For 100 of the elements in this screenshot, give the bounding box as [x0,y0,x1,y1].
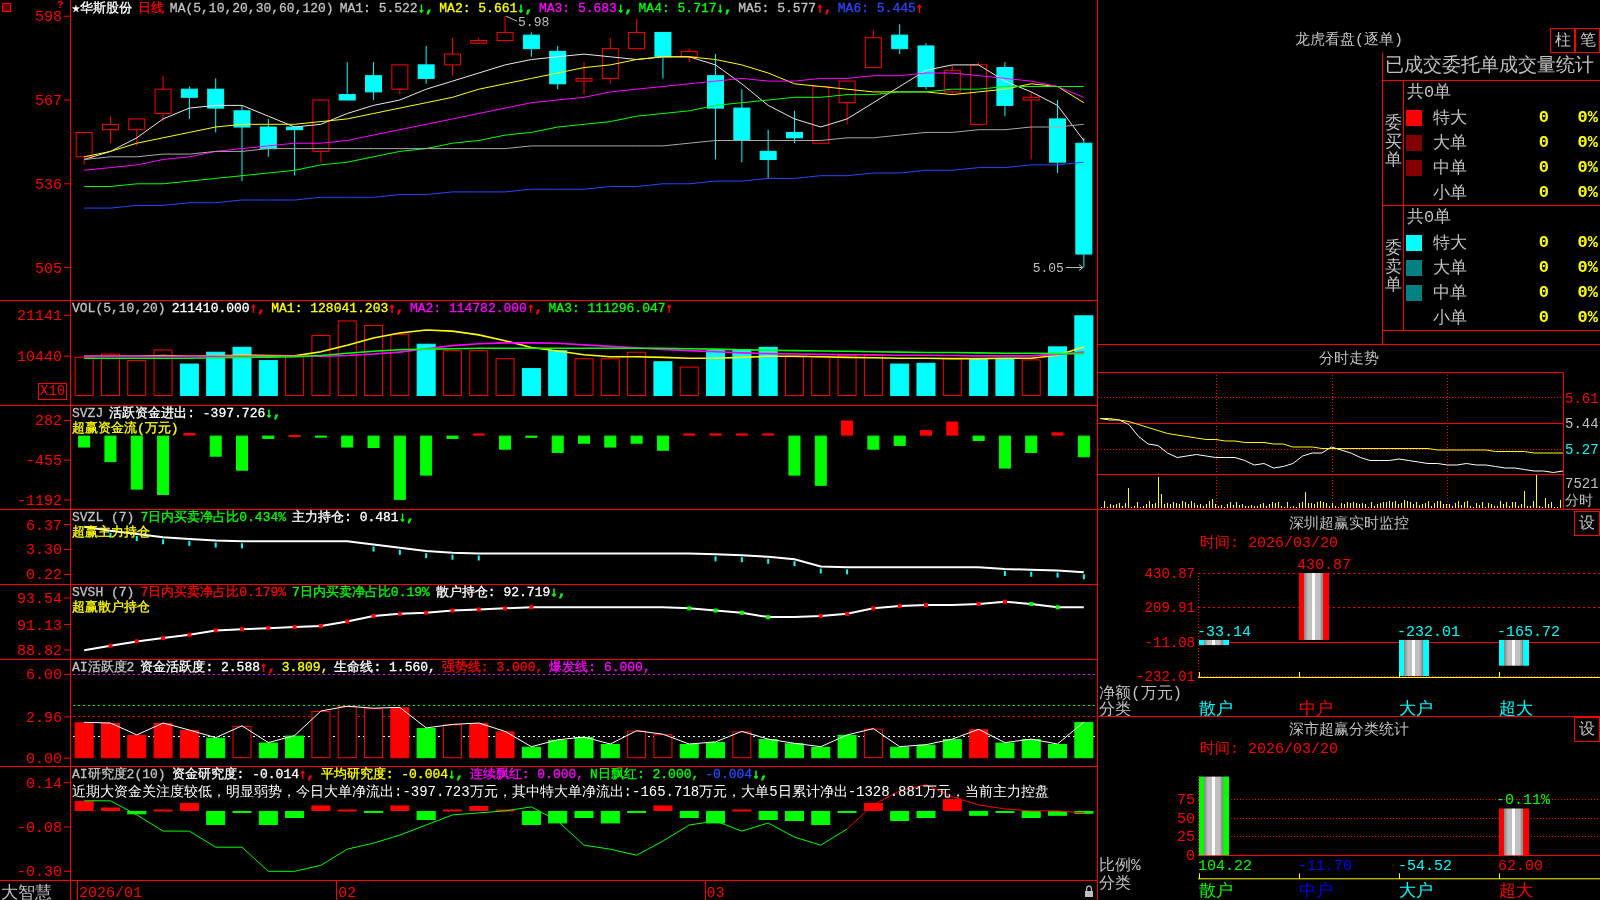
axis-label: 0.22 [26,567,62,584]
annotation: 5.05 [1032,260,1064,276]
order-count: 0 [1537,183,1549,202]
category-label: 大户 [1399,700,1433,716]
side-label: 委买单 [1384,114,1402,172]
axis-label: 5.44 [1565,416,1599,432]
legend-text: 连续飘红: 0.000, [469,767,585,782]
trend-arrow: ↓, [417,1,434,16]
panel-title: 深市超赢分类统计 [1289,720,1409,739]
date-label: 2026/01 [78,885,142,900]
legend-text: MA1: 5.522 [339,1,418,16]
price-annotation: 5.98 [505,15,550,31]
order-size-label: 中单 [1432,283,1468,304]
order-percent: 0% [1576,283,1599,302]
legend-text: 3.809, [281,660,329,675]
legend-text: MA3: 5.683 [538,1,617,16]
panel-title: 分时走势 [1319,349,1379,368]
category-label: 超大 [1499,882,1533,900]
trend-arrow: ↑, [816,1,832,16]
order-count: 0 [1537,258,1549,277]
trend-arrow: ↓, [448,767,464,782]
indicator-subtitle: 超赢资金流(万元) [72,421,179,436]
order-percent: 0% [1576,183,1599,202]
value-label: 62.00 [1498,858,1543,875]
order-percent: 0% [1576,158,1599,177]
question-mark: ? [57,0,64,11]
legend-text: N日飘红: 2.000, [590,767,700,782]
legend-text: SVZL (7) [72,510,135,525]
legend-text: 平均研究度: -0.004 [320,767,449,782]
trend-arrow: ↑, [249,301,266,316]
date-label: 02 [338,885,357,900]
category-label: 散户 [1199,700,1233,716]
value-label: 430.87 [1297,557,1351,574]
legend-text: 日线 [137,1,164,16]
legend-text: MA6: 5.445 [837,1,916,16]
axis-label: 75 [1177,791,1195,809]
side-label: 委卖单 [1384,239,1402,297]
legend-text: 活跃资金进出: -397.726 [109,406,266,421]
axis-label: 6.00 [26,667,62,685]
order-percent: 0% [1576,258,1599,277]
category-label: 大户 [1399,882,1433,900]
axis-label: 91.13 [17,617,62,635]
axis-label: 0.00 [26,751,62,766]
order-size-label: 小单 [1432,308,1468,329]
value-label: 104.22 [1198,858,1252,875]
axis-label: 209.91 [1144,600,1195,617]
axis-title: 分类 [1099,701,1131,716]
legend-text: MA5: 5.577 [738,1,817,16]
category-label: 散户 [1199,882,1233,900]
trend-arrow: ↓, [616,1,633,16]
legend-text: MA2: 5.661 [439,1,518,16]
order-size-label: 特大 [1432,108,1468,129]
legend-text: 资金研究度: -0.014 [171,767,300,782]
order-size-label: 特大 [1432,233,1468,254]
axis-label: 88.82 [17,642,62,659]
panel-title: 深圳超赢实时监控 [1289,514,1409,533]
panel-title: 龙虎看盘(逐单) [1295,30,1403,49]
brand-label: 大智慧 [1,884,52,900]
legend-text: 生命线: 1.560, [334,660,436,675]
order-percent: 0% [1576,233,1599,252]
legend-text: 资金活跃度: 2.588 [140,660,260,675]
legend-text: SVZJ [72,406,104,421]
axis-label: -455 [26,453,62,471]
legend-text: AI研究度2(10) [72,767,166,782]
indicator-subtitle: 超赢散户持仓 [72,600,150,615]
trend-arrow: ↓, [517,1,533,16]
legend-text: MA4: 5.717 [638,1,717,16]
order-size-label: 小单 [1432,183,1468,204]
legend-text: ★华斯股份 [72,1,132,16]
axis-label: 598 [35,9,62,27]
value-label: -33.14 [1197,623,1251,641]
order-percent: 0% [1576,308,1599,327]
category-label: 中户 [1299,700,1333,716]
axis-label: 25 [1177,829,1195,847]
axis-label: -0.08 [17,820,62,838]
legend-text: -0.004 [705,767,753,782]
axis-label: 2.96 [26,709,62,727]
legend-text: MA1: 128041.203 [271,301,389,316]
axis-label: 5.61 [1565,390,1599,407]
timestamp: 时间: 2026/03/20 [1200,536,1339,551]
order-count: 0 [1537,233,1549,252]
price-annotation: 5.05 [1032,260,1084,276]
order-size-label: 中单 [1432,158,1468,179]
order-count: 0 [1537,283,1549,302]
trend-arrow: ↓, [752,767,768,782]
axis-label: -11.08 [1144,634,1195,651]
value-label: -11.70 [1298,858,1352,875]
legend-text: MA2: 114782.000 [409,301,527,316]
trend-arrow: ↓, [398,510,415,525]
category-label: 中户 [1299,882,1333,900]
axis-label: 50 [1177,810,1195,828]
legend-text: 7日内买卖净占比0.434% [140,510,287,525]
order-total: 共0单 [1406,207,1453,229]
order-count: 0 [1537,108,1549,127]
date-label: 03 [706,885,725,900]
volume-label: 分时 [1565,493,1593,509]
value-label: -232.01 [1397,623,1460,641]
axis-label: -0.30 [17,864,62,882]
axis-label: 10440 [17,349,62,367]
axis-label: 21141 [17,308,62,326]
